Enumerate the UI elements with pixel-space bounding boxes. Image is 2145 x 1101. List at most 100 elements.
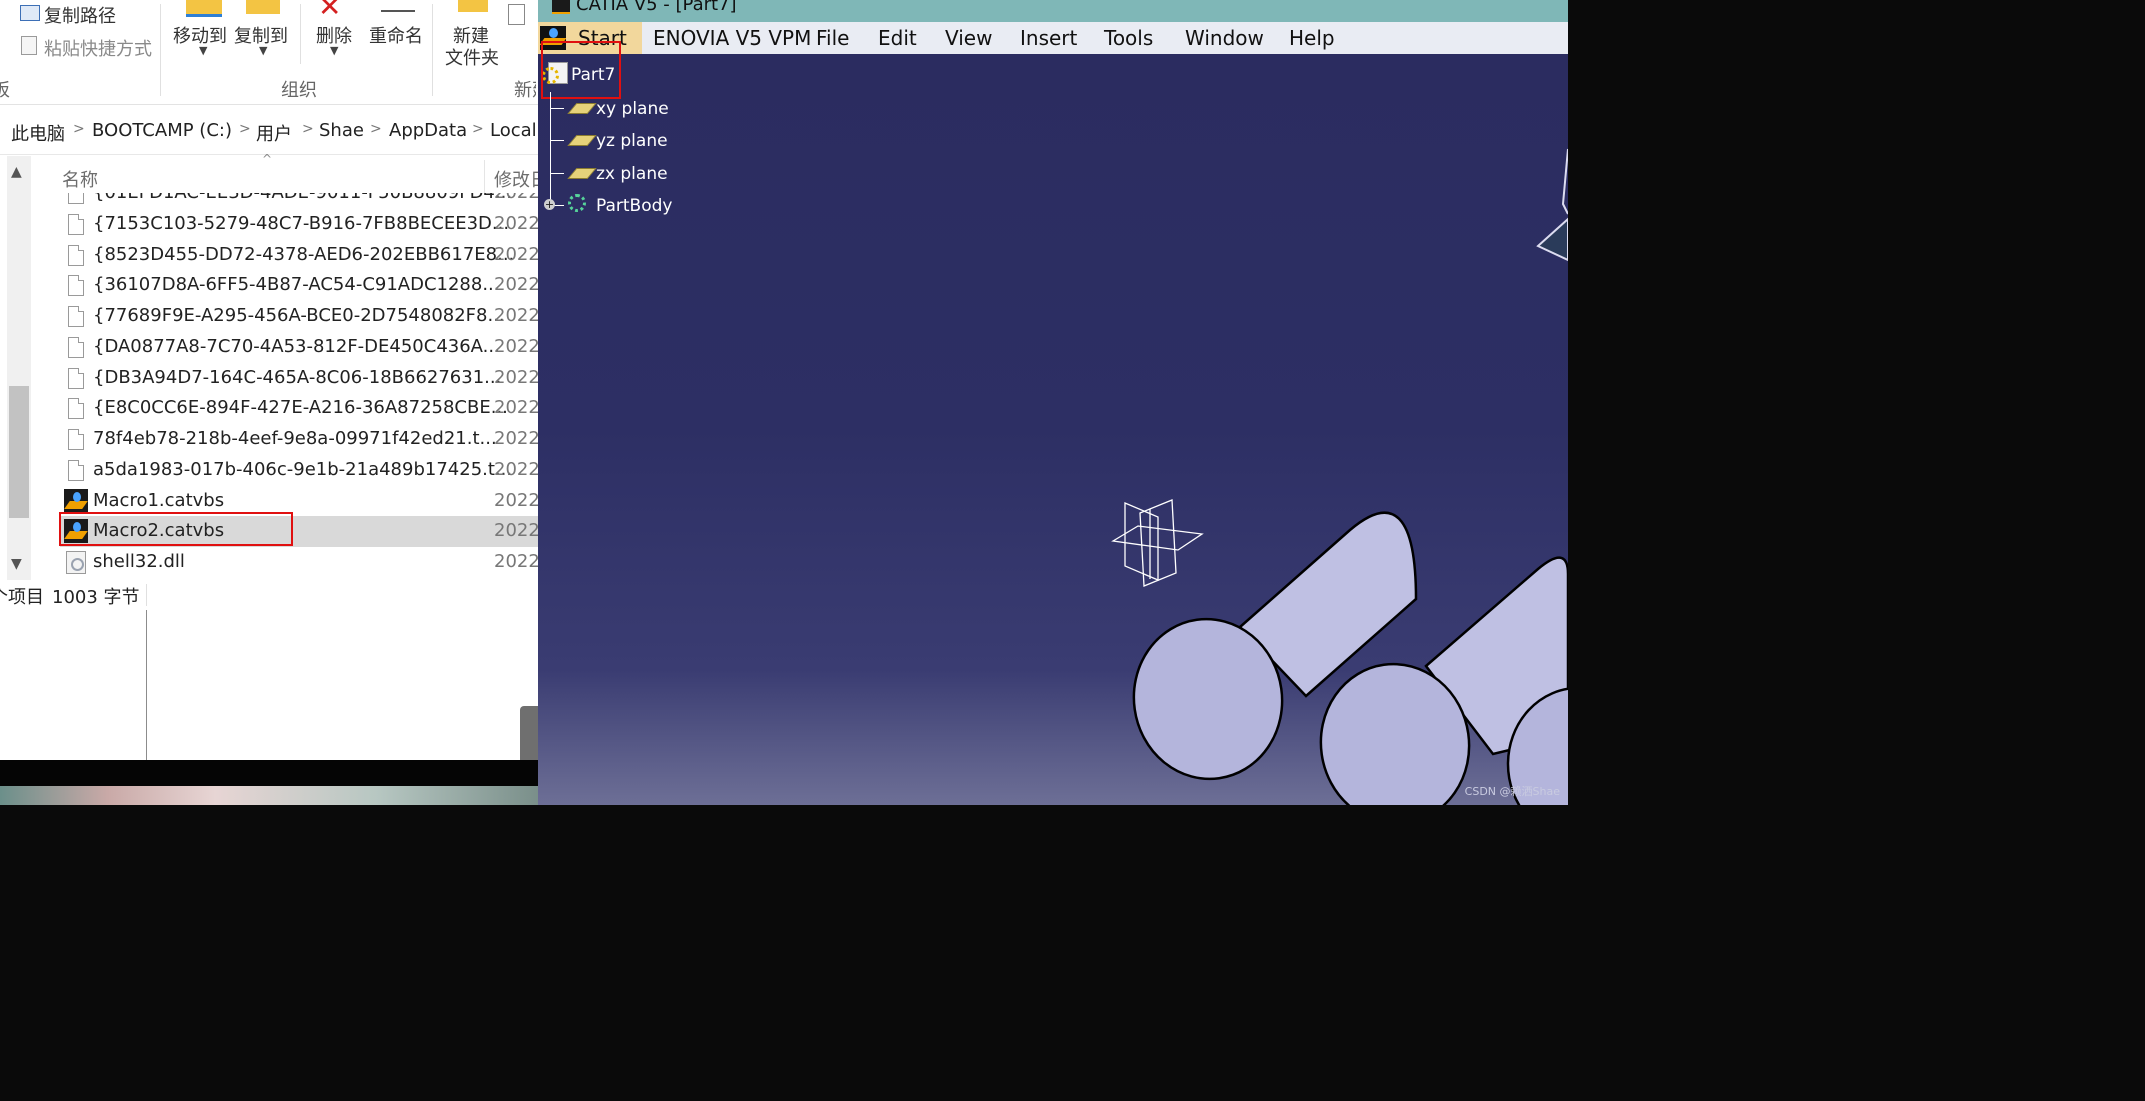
catia-window-title: CATIA V5 - [Part7] (576, 0, 737, 15)
status-bar: 个项目 1003 字节 (0, 580, 538, 610)
file-name: {8523D455-DD72-4378-AED6-202EBB617E8... (93, 243, 515, 265)
file-name: {36107D8A-6FF5-4B87-AC54-C91ADC1288... (93, 274, 500, 296)
file-modified-date: 2022/ (494, 489, 538, 511)
scrollbar-thumb[interactable] (9, 386, 29, 518)
breadcrumb-users[interactable]: 用户 (256, 120, 292, 146)
file-name: Macro1.catvbs (93, 489, 225, 511)
3d-viewport[interactable]: Part7 xy plane yz plane zx plane + PartB… (538, 41, 1568, 805)
file-name: 78f4eb78-218b-4eef-9e8a-09971f42ed21.t..… (93, 428, 497, 449)
paste-shortcut-button[interactable]: 粘贴快捷方式 (44, 35, 152, 61)
file-icon (68, 336, 84, 358)
copy-path-button[interactable]: 复制路径 (44, 2, 116, 28)
new-group-label: 新建 (514, 80, 536, 101)
dll-file-icon (66, 551, 86, 574)
3d-scene (1111, 148, 1568, 805)
taskbar-band (0, 760, 538, 786)
breadcrumb-appdata[interactable]: AppData (389, 120, 467, 141)
chevron-right-icon: > (370, 121, 382, 137)
window-edge-line (146, 610, 147, 760)
status-item-count: 个项目 (0, 587, 44, 608)
macro2-highlight-box (59, 512, 293, 546)
file-name: {77689F9E-A295-456A-BCE0-2D7548082F8... (93, 305, 505, 326)
menu-enovia[interactable]: ENOVIA V5 VPM (653, 26, 811, 50)
menu-view[interactable]: View (945, 26, 992, 50)
file-row[interactable]: {7153C103-5279-48C7-B916-7FB8BECEE3D... 2… (60, 209, 538, 240)
ribbon-divider (300, 4, 301, 64)
chevron-down-icon: ▼ (259, 44, 268, 57)
chevron-right-icon: > (73, 121, 85, 137)
file-modified-date: 2022/ (494, 428, 538, 449)
csdn-watermark: CSDN @赖洒Shae (1464, 785, 1560, 798)
file-name: {DB3A94D7-164C-465A-8C06-18B6627631... (93, 366, 502, 388)
scroll-down-icon[interactable]: ▼ (11, 556, 22, 572)
menu-edit[interactable]: Edit (878, 26, 917, 50)
paste-shortcut-icon (21, 36, 37, 55)
file-modified-date: 2022/ (494, 305, 538, 326)
file-modified-date: 2022/ (494, 551, 538, 572)
partial-shape-top-right (1536, 148, 1568, 262)
ribbon-divider (160, 4, 161, 96)
clipboard-group-label: 板 (0, 80, 10, 101)
file-modified-date: 2022/ (494, 520, 538, 542)
menu-tools[interactable]: Tools (1104, 26, 1153, 50)
file-icon (68, 398, 84, 420)
file-name: {E8C0CC6E-894F-427E-A216-36A87258CBE... (93, 397, 508, 419)
menu-insert[interactable]: Insert (1020, 26, 1077, 50)
file-row[interactable]: shell32.dll 2022/ (60, 547, 538, 578)
file-row[interactable]: {DB3A94D7-164C-465A-8C06-18B6627631... 20… (60, 363, 538, 394)
file-list-scrollbar[interactable]: ▲ ▼ (7, 156, 31, 580)
desktop-wallpaper (0, 786, 538, 805)
file-icon (68, 306, 84, 327)
explorer-empty-area (0, 610, 538, 760)
new-folder-button-line2[interactable]: 文件夹 (445, 44, 499, 70)
status-divider (146, 584, 147, 606)
chevron-down-icon: ▼ (199, 44, 208, 57)
file-icon (68, 275, 84, 297)
ribbon-divider (432, 4, 433, 96)
rename-icon (381, 2, 415, 12)
file-icon (68, 244, 84, 266)
scroll-up-icon[interactable]: ▲ (11, 164, 22, 180)
sort-ascending-icon: ^ (262, 152, 273, 166)
explorer-ribbon: 复制路径 粘贴快捷方式 板 移动到 ▼ 复制到 ▼ ✕ 删除 ▼ 重命名 组织 … (0, 0, 538, 105)
catia-window: CATIA V5 - [Part7] Start ENOVIA V5 VPM F… (538, 0, 1568, 805)
address-bar[interactable]: 此电脑 > BOOTCAMP (C:) > 用户 > Shae > AppDat… (0, 108, 538, 155)
menu-file[interactable]: File (816, 26, 849, 50)
file-name: {7153C103-5279-48C7-B916-7FB8BECEE3D... (93, 212, 510, 234)
file-modified-date: 2022/ (494, 243, 538, 265)
catia-logo-icon (552, 0, 570, 14)
file-row[interactable]: {8523D455-DD72-4378-AED6-202EBB617E8... 2… (60, 240, 538, 271)
file-modified-date: 2022/ (494, 366, 538, 388)
menu-help[interactable]: Help (1289, 26, 1335, 50)
file-modified-date: 2022/ (494, 274, 538, 296)
file-row[interactable]: a5da1983-017b-406c-9e1b-21a489b17425.t..… (60, 455, 538, 486)
menu-window[interactable]: Window (1185, 26, 1264, 50)
axis-planes-gizmo (1111, 499, 1204, 587)
new-folder-icon (458, 0, 488, 12)
file-name: a5da1983-017b-406c-9e1b-21a489b17425.t..… (93, 458, 513, 480)
column-header-modified[interactable]: 修改日 (494, 166, 538, 192)
file-explorer-window: 复制路径 粘贴快捷方式 板 移动到 ▼ 复制到 ▼ ✕ 删除 ▼ 重命名 组织 … (0, 0, 538, 805)
catia-menu-bar: Start ENOVIA V5 VPM File Edit View Inser… (538, 22, 1568, 54)
copy-path-icon (20, 5, 40, 21)
catia-macro-file-icon (64, 488, 88, 513)
breadcrumb-local[interactable]: Local (490, 120, 537, 141)
column-header-name[interactable]: 名称 (62, 166, 98, 192)
status-size: 1003 字节 (52, 587, 140, 608)
delete-icon: ✕ (318, 0, 342, 23)
rename-button[interactable]: 重命名 (369, 22, 423, 48)
file-row[interactable]: {DA0877A8-7C70-4A53-812F-DE450C436A... 20… (60, 332, 538, 363)
column-divider[interactable] (484, 160, 485, 194)
file-icon (68, 429, 84, 450)
move-to-icon (186, 0, 222, 17)
chevron-right-icon: > (239, 121, 251, 137)
breadcrumb-this-pc[interactable]: 此电脑 (11, 120, 65, 146)
file-name: {DA0877A8-7C70-4A53-812F-DE450C436A... (93, 335, 500, 357)
copy-to-icon (246, 0, 280, 14)
breadcrumb-bootcamp[interactable]: BOOTCAMP (C:) (92, 120, 232, 141)
file-row[interactable]: {36107D8A-6FF5-4B87-AC54-C91ADC1288... 20… (60, 270, 538, 301)
file-row[interactable]: {E8C0CC6E-894F-427E-A216-36A87258CBE... 2… (60, 393, 538, 424)
breadcrumb-shae[interactable]: Shae (319, 120, 364, 141)
file-row[interactable]: 78f4eb78-218b-4eef-9e8a-09971f42ed21.t..… (60, 424, 538, 455)
file-row[interactable]: {77689F9E-A295-456A-BCE0-2D7548082F8... 2… (60, 301, 538, 332)
